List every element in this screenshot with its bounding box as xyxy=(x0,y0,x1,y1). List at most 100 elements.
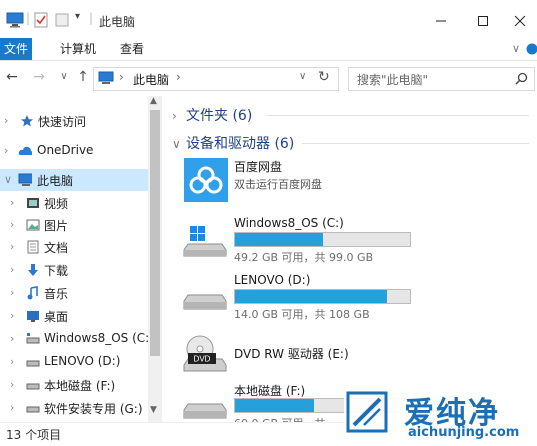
windows-drive-icon xyxy=(182,214,230,262)
document-icon xyxy=(26,240,40,254)
drive-size: 14.0 GB 可用，共 108 GB xyxy=(234,306,370,322)
drive-item-baidu[interactable]: 百度网盘 双击运行百度网盘 xyxy=(182,156,522,212)
new-folder-icon[interactable] xyxy=(55,12,69,28)
close-icon xyxy=(514,15,526,27)
group-label: 文件夹 (6) xyxy=(186,108,252,124)
drive-name: Windows8_OS (C:) xyxy=(234,216,344,230)
group-divider xyxy=(302,143,529,144)
expand-chevron-icon[interactable]: › xyxy=(10,286,20,299)
collapse-chevron-icon[interactable]: ∨ xyxy=(172,137,186,151)
expand-chevron-icon[interactable]: › xyxy=(10,378,20,391)
breadcrumb-this-pc[interactable]: 此电脑 xyxy=(133,71,169,88)
tab-computer[interactable]: 计算机 xyxy=(50,38,106,60)
sidebar-item-label: 下载 xyxy=(44,262,68,279)
sidebar-item-label: 视频 xyxy=(44,195,68,212)
drive-name: 百度网盘 xyxy=(234,158,282,175)
close-button[interactable] xyxy=(503,6,537,36)
sidebar-item-drive-f[interactable]: › 本地磁盘 (F:) xyxy=(0,374,148,396)
expand-chevron-icon[interactable]: › xyxy=(10,355,20,368)
drive-name: 本地磁盘 (F:) xyxy=(234,382,305,399)
drive-name: DVD RW 驱动器 (E:) xyxy=(234,345,349,362)
customize-toolbar-icon[interactable]: ▾ xyxy=(75,11,80,22)
ribbon-tabs: 文件 计算机 查看 ∨ xyxy=(0,38,537,61)
breadcrumb-chevron-icon[interactable]: › xyxy=(119,70,124,84)
sidebar-scrollbar-thumb[interactable] xyxy=(150,110,160,356)
up-icon[interactable]: ↑ xyxy=(75,69,91,85)
scroll-up-icon[interactable]: ▲ xyxy=(150,96,157,106)
drive-usage-fill xyxy=(235,399,314,412)
expand-chevron-icon[interactable]: › xyxy=(10,332,20,345)
sidebar-item-desktop[interactable]: › 桌面 xyxy=(0,305,148,327)
sidebar-item-this-pc[interactable]: ∨ 此电脑 xyxy=(0,169,148,191)
expand-ribbon-icon[interactable]: ∨ xyxy=(512,42,520,55)
sidebar-item-label: 本地磁盘 (F:) xyxy=(44,377,115,394)
expand-chevron-icon[interactable]: › xyxy=(10,218,20,231)
help-icon[interactable] xyxy=(526,42,537,55)
expand-chevron-icon[interactable]: › xyxy=(10,196,20,209)
sidebar-item-videos[interactable]: › 视频 xyxy=(0,192,148,214)
drive-usage-fill xyxy=(235,233,323,246)
sidebar-item-documents[interactable]: › 文档 xyxy=(0,236,148,258)
tab-view[interactable]: 查看 xyxy=(110,38,154,60)
music-icon xyxy=(26,286,40,300)
sidebar-item-label: 此电脑 xyxy=(37,172,73,189)
scroll-down-icon[interactable]: ▼ xyxy=(150,405,157,415)
search-box[interactable]: 搜索"此电脑" xyxy=(348,67,535,91)
star-icon xyxy=(20,114,34,128)
sidebar-item-label: 图片 xyxy=(44,217,68,234)
search-placeholder[interactable]: 搜索"此电脑" xyxy=(357,71,428,88)
address-bar[interactable]: › 此电脑 › ∨ ↻ xyxy=(93,67,339,91)
expand-chevron-icon[interactable]: › xyxy=(10,401,20,414)
expand-chevron-icon[interactable]: › xyxy=(10,240,20,253)
properties-icon[interactable] xyxy=(34,12,48,28)
sidebar-item-label: 桌面 xyxy=(44,308,68,325)
sidebar-item-downloads[interactable]: › 下载 xyxy=(0,259,148,281)
drive-icon xyxy=(26,332,40,346)
drive-name: LENOVO (D:) xyxy=(234,273,310,287)
drive-icon xyxy=(26,378,40,392)
title-bar: | ▾ | 此电脑 xyxy=(0,0,537,40)
expand-chevron-icon[interactable]: › xyxy=(10,263,20,276)
sidebar-item-music[interactable]: › 音乐 xyxy=(0,282,148,304)
title-separator: | xyxy=(26,11,30,25)
download-icon xyxy=(26,263,40,277)
sidebar-item-drive-g[interactable]: › 软件安装专用 (G:) xyxy=(0,397,148,419)
sidebar-item-label: LENOVO (D:) xyxy=(44,354,120,368)
refresh-icon[interactable]: ↻ xyxy=(318,69,330,85)
sidebar-item-label: Windows8_OS (C:) xyxy=(44,331,154,345)
expand-chevron-icon[interactable]: › xyxy=(4,114,14,127)
group-folders-header[interactable]: ›文件夹 (6) xyxy=(172,105,252,125)
recent-locations-icon[interactable]: ∨ xyxy=(56,69,72,85)
search-icon[interactable] xyxy=(515,72,528,85)
maximize-button[interactable] xyxy=(466,6,500,36)
sidebar-item-onedrive[interactable]: › OneDrive xyxy=(0,140,148,162)
sidebar-item-label: 软件安装专用 (G:) xyxy=(44,400,143,417)
drive-size: 49.2 GB 可用，共 99.0 GB xyxy=(234,249,373,265)
forward-icon[interactable]: → xyxy=(31,69,47,85)
group-devices-header[interactable]: ∨设备和驱动器 (6) xyxy=(172,133,294,153)
picture-icon xyxy=(26,218,40,232)
drive-icon xyxy=(26,401,40,415)
address-dropdown-icon[interactable]: ∨ xyxy=(299,71,306,82)
back-icon[interactable]: ← xyxy=(4,69,20,85)
drive-item-c[interactable]: Windows8_OS (C:) 49.2 GB 可用，共 99.0 GB xyxy=(182,214,522,270)
expand-chevron-icon[interactable]: › xyxy=(4,144,14,157)
tab-file[interactable]: 文件 xyxy=(0,38,32,60)
drive-item-d[interactable]: LENOVO (D:) 14.0 GB 可用，共 108 GB xyxy=(182,271,522,327)
window-title: 此电脑 xyxy=(99,13,135,30)
drive-item-dvd[interactable]: DVD DVD RW 驱动器 (E:) xyxy=(182,329,522,385)
collapse-chevron-icon[interactable]: ∨ xyxy=(4,173,14,186)
expand-chevron-icon[interactable]: › xyxy=(10,309,20,322)
cloud-icon xyxy=(18,144,32,158)
sidebar-item-quick-access[interactable]: › 快速访问 xyxy=(0,110,148,132)
content-pane: ›文件夹 (6) ∨设备和驱动器 (6) 百度网盘 双击运行百度网盘 Windo… xyxy=(162,96,537,422)
computer-icon xyxy=(18,173,32,187)
sidebar-item-drive-c[interactable]: › Windows8_OS (C:) xyxy=(0,328,148,350)
sidebar-item-drive-d[interactable]: › LENOVO (D:) xyxy=(0,351,148,373)
sidebar-item-pictures[interactable]: › 图片 xyxy=(0,214,148,236)
minimize-button[interactable] xyxy=(424,6,458,36)
sidebar-item-label: 快速访问 xyxy=(38,113,86,130)
sidebar-item-label: 音乐 xyxy=(44,285,68,302)
expand-chevron-icon[interactable]: › xyxy=(172,109,186,123)
breadcrumb-chevron-icon[interactable]: › xyxy=(176,70,181,84)
